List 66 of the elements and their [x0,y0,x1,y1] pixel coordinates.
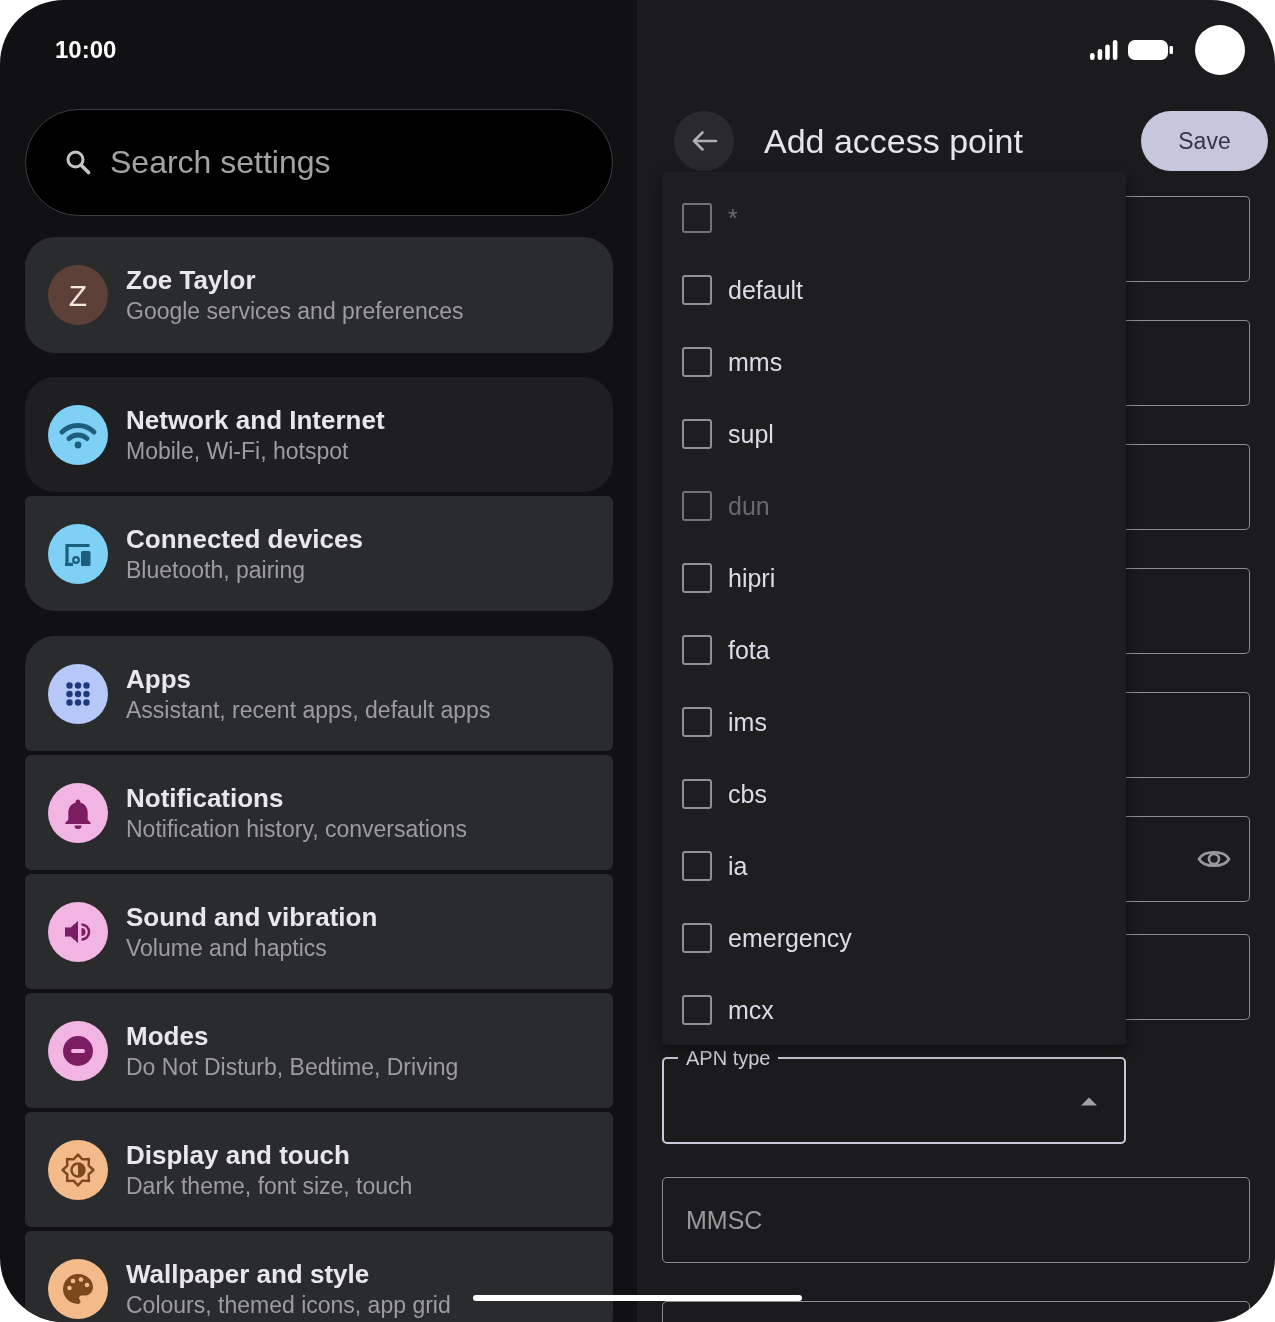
avatar: Z [48,265,108,325]
settings-item-title: Notifications [126,782,285,813]
menu-option[interactable]: cbs [728,778,767,810]
text-field[interactable] [1126,934,1250,1020]
text-field[interactable]: MMSC [662,1177,1250,1263]
checkbox[interactable] [682,275,712,305]
menu-option[interactable]: emergency [728,922,852,954]
menu-option[interactable]: supl [728,418,774,450]
settings-item-subtitle: Mobile, Wi-Fi, hotspot [126,436,350,465]
text-field[interactable] [1126,196,1250,282]
checkbox[interactable] [682,851,712,881]
settings-item[interactable]: Notifications Notification history, conversations [25,755,613,870]
clock: 10:00 [55,37,117,63]
text-field[interactable] [1126,320,1250,406]
settings-item-title: Modes [126,1020,210,1051]
settings-item[interactable]: Connected devices Bluetooth, pairing [25,496,613,611]
menu-option[interactable]: fota [728,634,770,666]
checkbox[interactable] [682,995,712,1025]
account-name: Zoe Taylor [126,265,257,295]
save-button[interactable]: Save [1141,111,1268,171]
settings-item-title: Network and Internet [126,404,385,435]
settings-item[interactable]: Wallpaper and style Colours, themed icons, app grid [25,1231,613,1322]
page-title: Add access point [764,121,1023,161]
menu-option[interactable]: hipri [728,562,776,594]
menu-option[interactable]: ims [728,706,767,738]
settings-item-subtitle: Notification history, conversations [126,814,467,843]
settings-item[interactable]: Network and Internet Mobile, Wi-Fi, hotspot [25,377,613,492]
settings-item-title: Sound and vibration [126,901,378,932]
menu-option[interactable]: mcx [728,994,774,1026]
text-field[interactable] [1126,692,1250,778]
settings-item[interactable]: Sound and vibration Volume and haptics [25,874,613,989]
battery-icon [1128,40,1173,60]
settings-item-subtitle: Volume and haptics [126,933,328,962]
settings-item[interactable]: Display and touch Dark theme, font size, touch [25,1112,613,1227]
checkbox[interactable] [682,347,712,377]
checkbox[interactable] [682,923,712,953]
settings-item-title: Display and touch [126,1139,351,1170]
arrow-left-icon [690,129,718,153]
menu-option[interactable]: default [728,274,804,306]
signal-icon [1090,40,1118,60]
settings-item-title: Wallpaper and style [126,1258,371,1289]
checkbox[interactable] [682,635,712,665]
settings-item-title: Connected devices [126,523,363,554]
checkbox[interactable] [682,707,712,737]
settings-item[interactable]: Modes Do Not Disturb, Bedtime, Driving [25,993,613,1108]
settings-item-subtitle: Assistant, recent apps, default apps [126,695,491,724]
settings-item-subtitle: Bluetooth, pairing [126,555,306,584]
caret-up-icon [1080,1096,1098,1106]
settings-item-subtitle: Dark theme, font size, touch [126,1171,413,1200]
checkbox[interactable] [682,563,712,593]
settings-item-subtitle: Colours, themed icons, app grid [126,1290,451,1319]
search-field[interactable]: Search settings [25,109,613,216]
settings-item-subtitle: Do Not Disturb, Bedtime, Driving [126,1052,459,1081]
search-icon [65,149,91,175]
menu-option[interactable]: ia [728,850,748,882]
password-field[interactable] [1126,816,1250,902]
text-field[interactable] [1126,568,1250,654]
account-card[interactable]: Z Zoe Taylor Google services and preferences [25,237,613,353]
text-field[interactable] [1126,444,1250,530]
settings-item-title: Apps [126,663,192,694]
settings-item[interactable]: Apps Assistant, recent apps, default apps [25,636,613,751]
dropdown-field[interactable]: APN type [662,1048,1126,1144]
checkbox[interactable] [682,419,712,449]
menu-option[interactable]: mms [728,346,783,378]
checkbox[interactable] [682,779,712,809]
account-subtitle: Google services and preferences [126,297,464,325]
